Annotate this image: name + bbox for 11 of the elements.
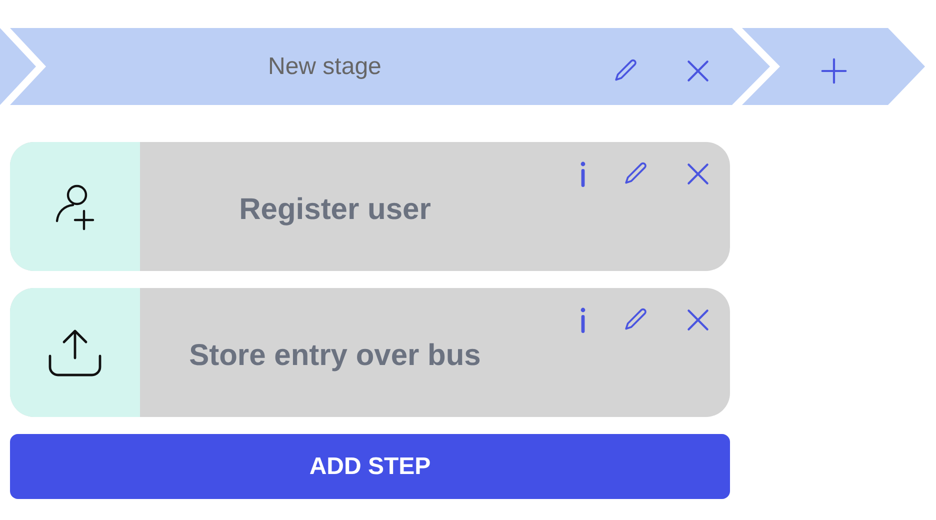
upload-icon — [47, 328, 103, 378]
add-step-button[interactable]: ADD STEP — [10, 434, 730, 499]
plus-icon[interactable] — [820, 56, 848, 84]
stage-chevron[interactable]: New stage — [10, 28, 770, 105]
stage-title: New stage — [268, 52, 382, 82]
step-card[interactable]: Register user — [10, 142, 730, 271]
step-title: Register user — [239, 192, 431, 228]
step-card[interactable]: Store entry over bus — [10, 288, 730, 417]
info-icon[interactable] — [578, 306, 588, 334]
step-title: Store entry over bus — [189, 338, 481, 374]
info-icon[interactable] — [578, 160, 588, 188]
